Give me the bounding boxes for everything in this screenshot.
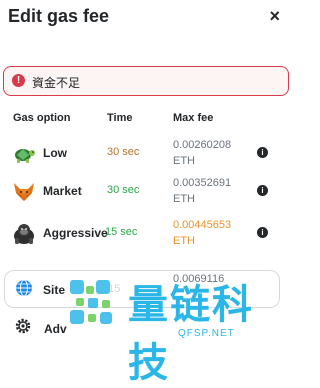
close-icon[interactable]: × bbox=[269, 6, 280, 26]
watermark-subtext: QFSP.NET bbox=[178, 328, 235, 339]
gear-icon bbox=[15, 318, 31, 334]
gorilla-icon bbox=[14, 224, 34, 244]
option-time: 15 sec bbox=[105, 226, 138, 238]
fox-icon bbox=[14, 183, 34, 201]
dialog-title: Edit gas fee bbox=[8, 6, 110, 26]
globe-icon bbox=[16, 279, 32, 297]
watermark: 量链科技 QFSP.NET bbox=[66, 270, 290, 385]
fee-value: 0.00445653 bbox=[173, 219, 232, 231]
turtle-icon bbox=[15, 149, 35, 163]
option-fee: 0.00445653 ETH bbox=[173, 217, 231, 249]
option-time: 30 sec bbox=[107, 146, 140, 158]
option-label: Aggressive bbox=[43, 226, 108, 240]
fee-value: 0.00260208 bbox=[173, 139, 232, 151]
alert-icon: ! bbox=[12, 74, 25, 87]
gas-option-market[interactable]: Market 30 sec 0.00352691 ETH i bbox=[0, 172, 290, 212]
gas-option-low[interactable]: Low 30 sec 0.00260208 ETH i bbox=[0, 134, 290, 174]
option-label: Site bbox=[43, 283, 66, 297]
watermark-logo-icon bbox=[70, 280, 112, 324]
info-icon[interactable]: i bbox=[257, 147, 268, 158]
option-time: 30 sec bbox=[107, 184, 140, 196]
option-label: Market bbox=[43, 184, 82, 198]
header: Edit gas fee × bbox=[8, 6, 282, 28]
option-label: Low bbox=[43, 146, 67, 160]
column-time: Time bbox=[107, 112, 133, 124]
alert-text: 資金不足 bbox=[32, 76, 81, 90]
column-max-fee: Max fee bbox=[173, 112, 214, 124]
fee-unit: ETH bbox=[173, 193, 195, 205]
insufficient-funds-alert: ! 資金不足 bbox=[3, 66, 289, 96]
advanced-option-label[interactable]: Adv bbox=[44, 322, 67, 336]
column-gas-option: Gas option bbox=[13, 112, 71, 124]
info-icon[interactable]: i bbox=[257, 227, 268, 238]
fee-unit: ETH bbox=[173, 155, 195, 167]
fee-value: 0.00352691 bbox=[173, 177, 232, 189]
fee-unit: ETH bbox=[173, 235, 195, 247]
option-fee: 0.00260208 ETH bbox=[173, 137, 231, 169]
gas-option-aggressive[interactable]: Aggressive 15 sec 0.00445653 ETH i bbox=[0, 214, 290, 254]
option-fee: 0.00352691 ETH bbox=[173, 175, 231, 207]
info-icon[interactable]: i bbox=[257, 185, 268, 196]
